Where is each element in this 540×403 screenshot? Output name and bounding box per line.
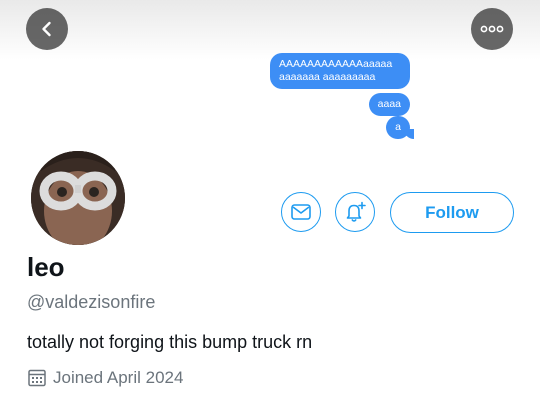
joined-date: Joined April 2024 xyxy=(27,368,183,388)
avatar-photo xyxy=(31,151,125,245)
calendar-icon xyxy=(28,369,46,387)
profile-banner: AAAAAAAAAAAAaaaaa aaaaaaa aaaaaaaaa aaaa… xyxy=(0,0,540,150)
back-button[interactable] xyxy=(26,8,68,50)
bell-plus-icon xyxy=(346,201,366,222)
avatar[interactable] xyxy=(28,148,128,248)
user-bio: totally not forging this bump truck rn xyxy=(27,332,313,352)
user-handle: @valdezisonfire xyxy=(27,292,156,312)
banner-shade xyxy=(0,0,540,60)
follow-button[interactable]: Follow xyxy=(390,192,514,233)
message-bubble: a xyxy=(386,116,414,139)
notifications-button[interactable] xyxy=(335,192,375,232)
message-bubble: AAAAAAAAAAAAaaaaa aaaaaaa aaaaaaaaa xyxy=(270,53,410,89)
message-button[interactable] xyxy=(281,192,321,232)
mail-icon xyxy=(291,204,311,220)
message-bubble: aaaa xyxy=(368,93,410,116)
display-name: leo xyxy=(27,252,65,282)
more-horizontal-icon xyxy=(480,25,504,33)
chevron-left-icon xyxy=(42,21,51,37)
more-button[interactable] xyxy=(471,8,513,50)
joined-label: Joined April 2024 xyxy=(53,368,184,387)
